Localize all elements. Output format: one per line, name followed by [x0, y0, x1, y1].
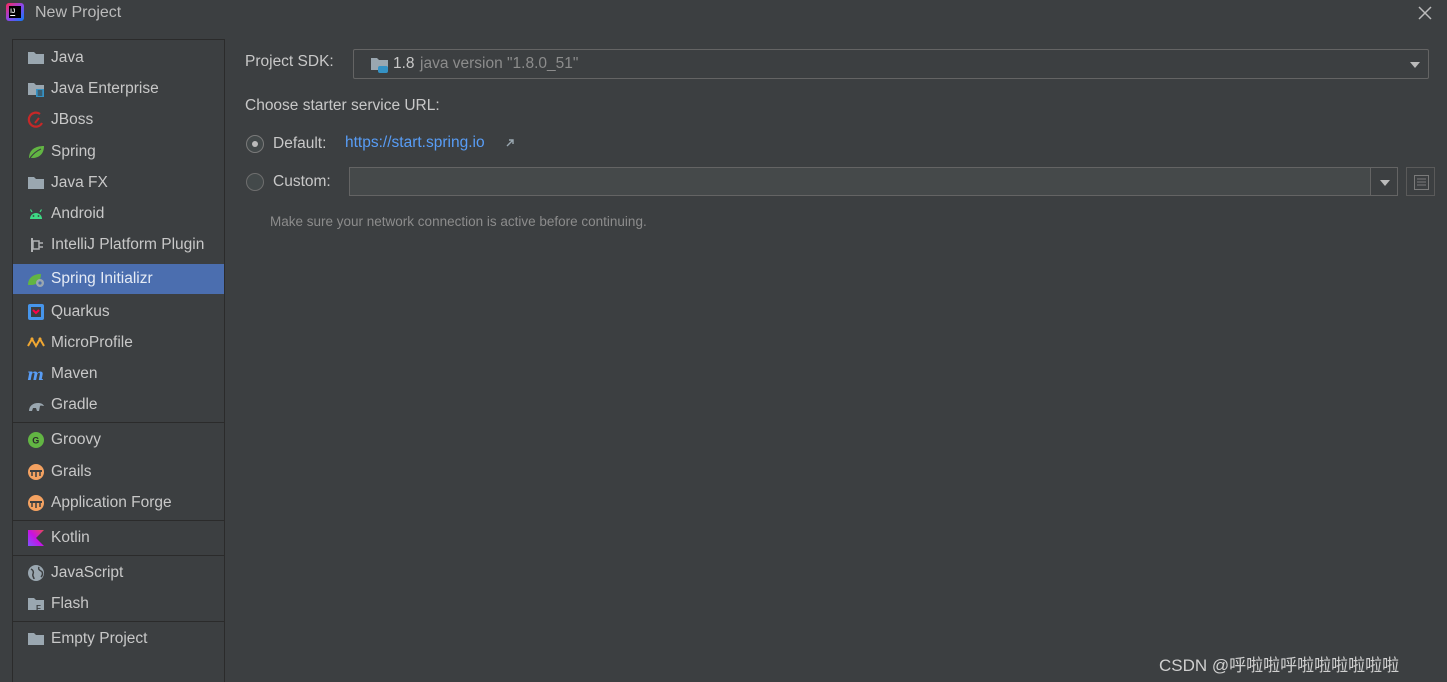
external-link-icon	[506, 139, 514, 147]
sidebar-item-gradle[interactable]: Gradle	[13, 390, 224, 420]
java-enterprise-icon	[28, 83, 44, 97]
sidebar-item-label: Java FX	[51, 174, 108, 191]
sidebar-item-label: Spring Initializr	[51, 270, 153, 287]
custom-label: Custom:	[273, 173, 331, 190]
network-hint-text: Make sure your network connection is act…	[270, 214, 647, 229]
sidebar-item-label: MicroProfile	[51, 334, 133, 351]
sidebar-item-quarkus[interactable]: Quarkus	[13, 297, 224, 327]
close-icon[interactable]	[1415, 3, 1435, 23]
sdk-folder-icon	[371, 58, 388, 73]
jboss-icon	[27, 111, 43, 128]
sidebar-separator	[13, 555, 224, 556]
sidebar-item-label: Java	[51, 49, 84, 66]
window-title: New Project	[35, 4, 122, 21]
globe-icon	[28, 565, 44, 581]
intellij-logo-icon: IJ	[6, 3, 24, 21]
sidebar-item-label: Maven	[51, 365, 98, 382]
project-sdk-dropdown[interactable]: 1.8 java version "1.8.0_51"	[353, 49, 1429, 79]
custom-url-browse-button[interactable]	[1406, 167, 1435, 196]
groovy-icon: G	[28, 432, 44, 448]
sidebar-item-groovy[interactable]: G Groovy	[13, 425, 224, 455]
sidebar-item-intellij-platform-plugin[interactable]: IntelliJ Platform Plugin	[13, 230, 224, 260]
sidebar-item-application-forge[interactable]: Application Forge	[13, 488, 224, 518]
sidebar-item-android[interactable]: Android	[13, 199, 224, 229]
radio-selected-dot	[252, 141, 258, 147]
folder-icon	[28, 177, 44, 189]
sidebar-item-label: Flash	[51, 595, 89, 612]
sidebar-item-java[interactable]: Java	[13, 43, 224, 73]
custom-url-dropdown-button[interactable]	[1370, 167, 1398, 196]
sidebar-item-label: JBoss	[51, 111, 94, 128]
sidebar-item-javascript[interactable]: JavaScript	[13, 558, 224, 588]
starter-url-label: Choose starter service URL:	[245, 97, 440, 114]
sidebar-item-label: Application Forge	[51, 494, 172, 511]
sidebar-item-java-enterprise[interactable]: Java Enterprise	[13, 74, 224, 104]
sidebar-item-spring-initializr[interactable]: Spring Initializr	[13, 264, 224, 294]
svg-text:IJ: IJ	[10, 9, 15, 15]
sidebar-item-label: Grails	[51, 463, 92, 480]
custom-url-input[interactable]	[349, 167, 1371, 196]
sidebar-item-label: Quarkus	[51, 303, 110, 320]
sidebar-item-label: Gradle	[51, 396, 98, 413]
title-bar: IJ New Project	[0, 0, 1447, 26]
custom-radio[interactable]	[246, 173, 264, 191]
sdk-version: 1.8	[393, 55, 415, 72]
sidebar-separator	[13, 520, 224, 521]
sidebar-item-spring[interactable]: Spring	[13, 137, 224, 167]
sdk-detail: java version "1.8.0_51"	[420, 55, 579, 72]
maven-icon: m	[27, 365, 44, 383]
spring-leaf-icon	[29, 146, 44, 159]
plugin-icon	[31, 238, 43, 252]
sidebar-item-kotlin[interactable]: Kotlin	[13, 523, 224, 553]
sidebar-item-maven[interactable]: m Maven	[13, 359, 224, 389]
watermark-text: CSDN @呼啦啦呼啦啦啦啦啦啦	[1159, 656, 1400, 675]
default-label: Default:	[273, 135, 327, 152]
sidebar-item-label: Spring	[51, 143, 96, 160]
svg-text:F: F	[36, 604, 41, 613]
svg-text:m: m	[27, 365, 44, 383]
sidebar-item-label: Empty Project	[51, 630, 148, 647]
grails-icon	[28, 464, 44, 480]
spring-initializr-icon	[28, 274, 44, 287]
chevron-down-icon	[1410, 62, 1420, 68]
default-url-link[interactable]: https://start.spring.io	[345, 134, 485, 152]
sidebar-item-microprofile[interactable]: MicroProfile	[13, 328, 224, 358]
sidebar-item-label: Android	[51, 205, 105, 222]
sidebar-item-flash[interactable]: F Flash	[13, 589, 224, 619]
microprofile-icon	[27, 336, 45, 349]
sidebar-item-empty-project[interactable]: Empty Project	[13, 624, 224, 654]
quarkus-icon	[28, 304, 44, 320]
sidebar-item-grails[interactable]: Grails	[13, 457, 224, 487]
sidebar-item-label: Groovy	[51, 431, 101, 448]
android-icon	[29, 209, 43, 219]
grails-icon	[28, 495, 44, 511]
sidebar-item-label: Kotlin	[51, 529, 90, 546]
sidebar-item-label: IntelliJ Platform Plugin	[51, 236, 205, 253]
sidebar-item-java-fx[interactable]: Java FX	[13, 168, 224, 198]
sidebar-item-label: JavaScript	[51, 564, 124, 581]
folder-icon	[28, 52, 44, 64]
sidebar-item-jboss[interactable]: JBoss	[13, 105, 224, 135]
history-list-icon	[1414, 175, 1429, 190]
sidebar-separator	[13, 422, 224, 423]
svg-text:G: G	[32, 436, 39, 446]
project-sdk-label: Project SDK:	[245, 53, 334, 70]
default-radio[interactable]	[246, 135, 264, 153]
chevron-down-icon	[1380, 180, 1390, 186]
folder-icon	[28, 633, 44, 645]
sidebar-separator	[13, 621, 224, 622]
sidebar-item-label: Java Enterprise	[51, 80, 159, 97]
gradle-icon	[29, 403, 44, 411]
kotlin-icon	[28, 530, 44, 546]
project-type-list: Java Java Enterprise JBoss Spring Java F…	[12, 39, 225, 682]
flash-folder-icon: F	[28, 598, 44, 613]
